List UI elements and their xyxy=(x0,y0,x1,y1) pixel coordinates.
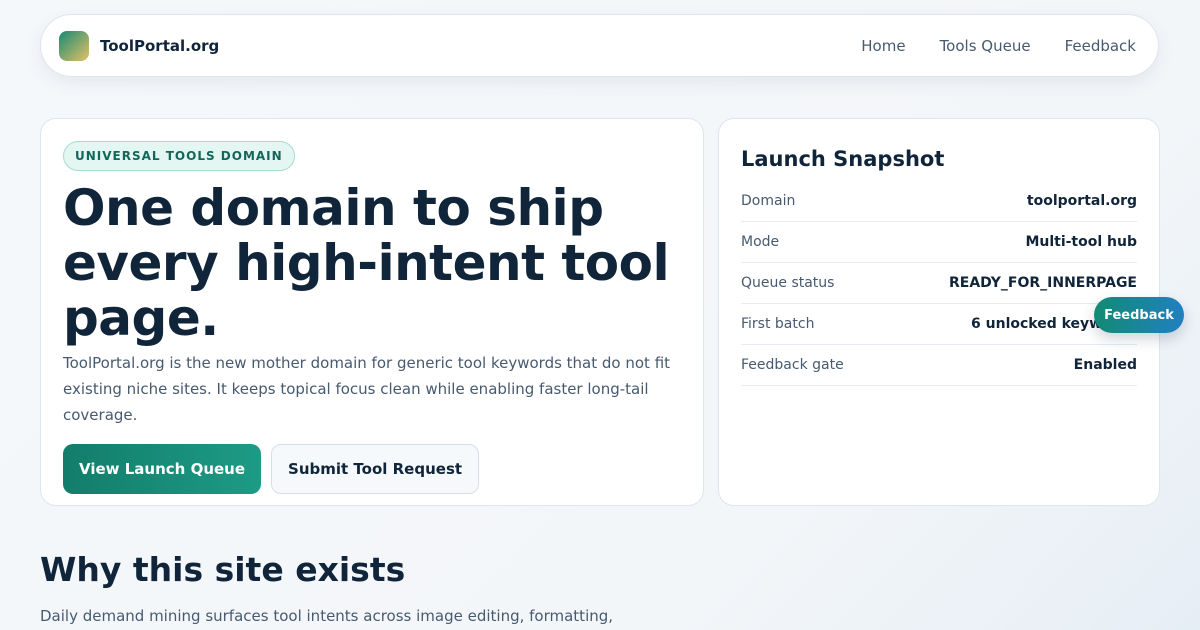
snapshot-row: Feedback gateEnabled xyxy=(741,345,1137,386)
nav-tools-queue[interactable]: Tools Queue xyxy=(940,37,1031,55)
nav-feedback[interactable]: Feedback xyxy=(1065,37,1136,55)
logo-icon xyxy=(59,31,89,61)
snapshot-row: Queue statusREADY_FOR_INNERPAGE xyxy=(741,263,1137,304)
domain-badge: UNIVERSAL TOOLS DOMAIN xyxy=(63,141,295,171)
top-nav: ToolPortal.org Home Tools Queue Feedback xyxy=(40,14,1159,77)
snapshot-title: Launch Snapshot xyxy=(741,147,1137,171)
nav-home[interactable]: Home xyxy=(861,37,905,55)
snapshot-row: First batch6 unlocked keywords xyxy=(741,304,1137,345)
why-text: Daily demand mining surfaces tool intent… xyxy=(40,607,613,625)
floating-feedback-button[interactable]: Feedback xyxy=(1094,297,1184,333)
hero-description: ToolPortal.org is the new mother domain … xyxy=(63,350,681,428)
submit-tool-request-button[interactable]: Submit Tool Request xyxy=(271,444,479,494)
hero-card: UNIVERSAL TOOLS DOMAIN One domain to shi… xyxy=(40,118,704,506)
view-launch-queue-button[interactable]: View Launch Queue xyxy=(63,444,261,494)
snapshot-row: ModeMulti-tool hub xyxy=(741,222,1137,263)
hero-title: One domain to ship every high-intent too… xyxy=(63,181,681,346)
snapshot-row: Domaintoolportal.org xyxy=(741,181,1137,222)
why-title: Why this site exists xyxy=(40,550,405,589)
brand-name[interactable]: ToolPortal.org xyxy=(100,37,219,55)
